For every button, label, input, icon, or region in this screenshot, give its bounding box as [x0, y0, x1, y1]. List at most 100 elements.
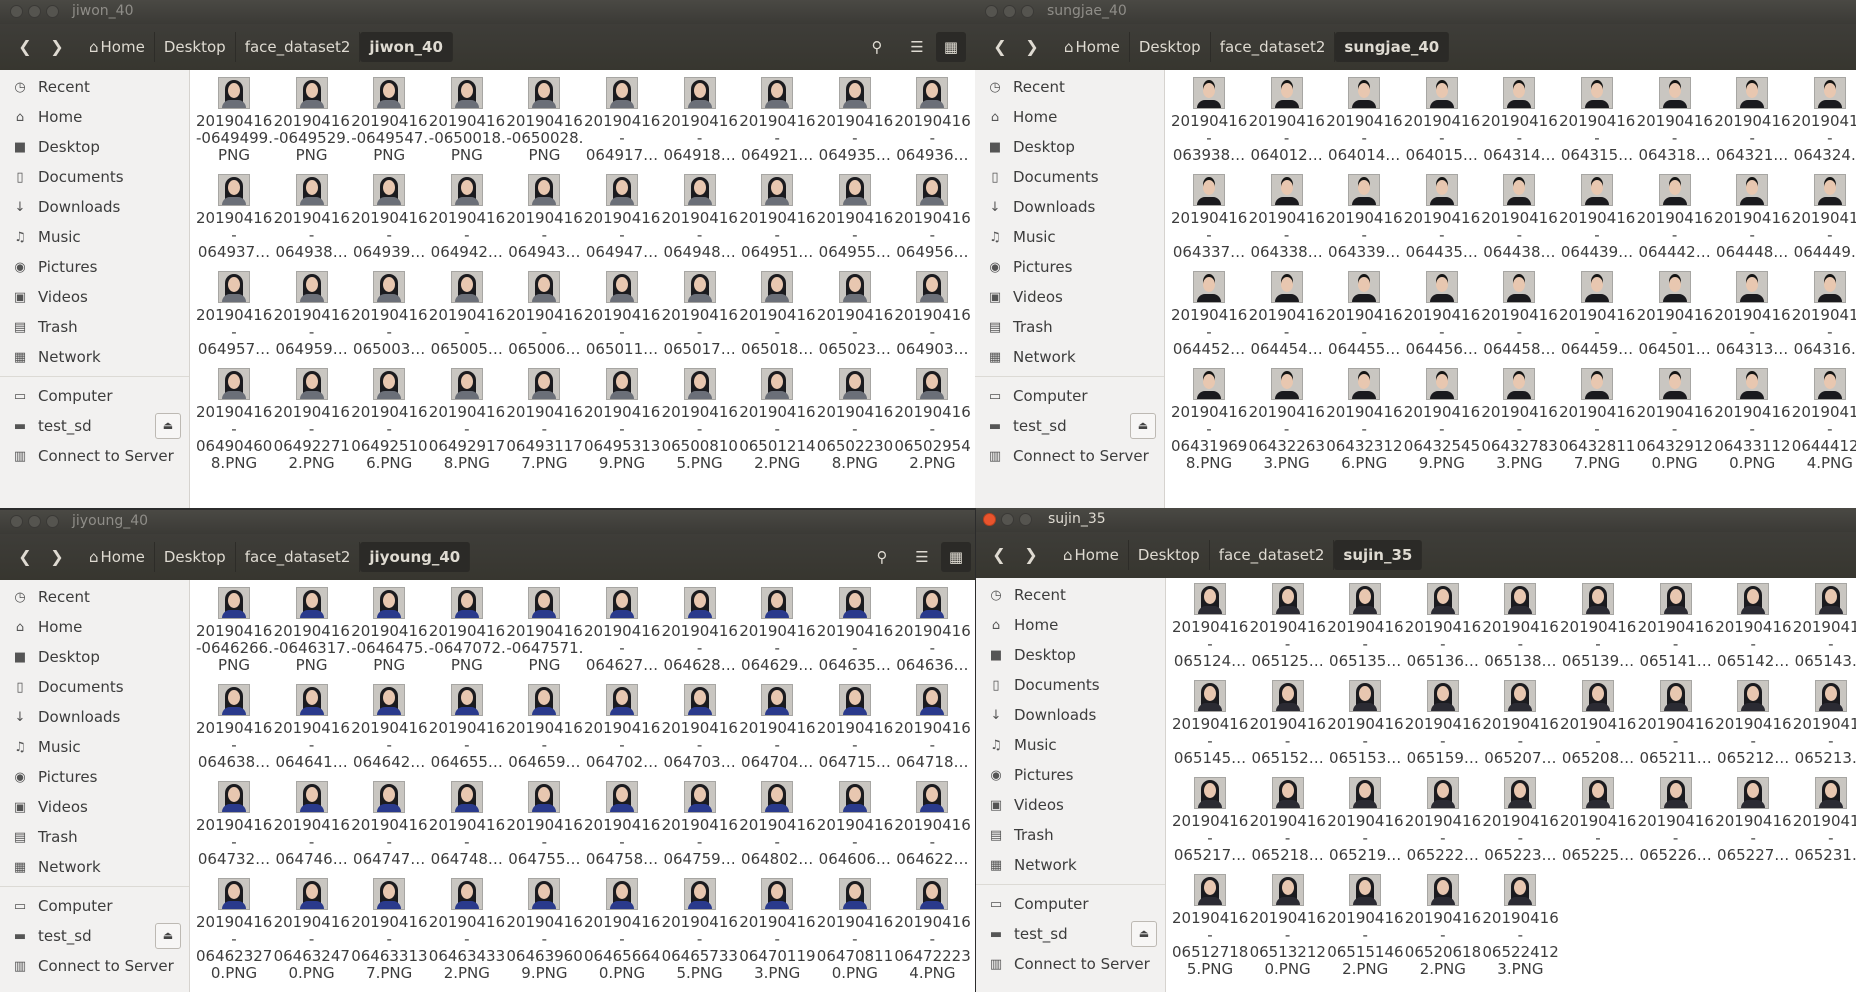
file-item[interactable]: 20190416 - 06462327 0.PNG — [196, 878, 272, 982]
file-item[interactable]: 20190416 - 06432312 6.PNG — [1326, 368, 1403, 472]
crumb-current-folder[interactable]: sujin_35 — [1334, 540, 1423, 570]
sidebar-item-videos[interactable]: ▣ Videos — [975, 284, 1164, 312]
file-item[interactable]: 20190416 - 064921… — [739, 77, 816, 164]
sidebar-item-music[interactable]: ♫ Music — [0, 734, 189, 762]
file-item[interactable]: 20190416 - 064746… — [274, 781, 350, 868]
file-item[interactable]: 20190416 - 065153… — [1327, 680, 1404, 767]
sidebar-item-documents[interactable]: ▯ Documents — [976, 672, 1165, 700]
crumb-dataset[interactable]: face_dataset2 — [236, 542, 361, 572]
grid-view-button[interactable]: ▦ — [941, 542, 971, 572]
sidebar-item-trash[interactable]: ▤ Trash — [0, 824, 189, 852]
file-item[interactable]: 20190416 - 06431969 8.PNG — [1171, 368, 1247, 472]
sidebar-item-network[interactable]: ▦ Network — [0, 344, 189, 372]
file-item[interactable]: 20190416 - 06490460 8.PNG — [196, 368, 272, 472]
file-item[interactable]: 20190416 - 064937… — [196, 174, 272, 261]
file-item[interactable]: 20190416 -0647571. PNG — [506, 587, 583, 674]
close-button[interactable] — [985, 5, 998, 18]
eject-icon[interactable]: ⏏ — [155, 413, 181, 439]
file-item[interactable]: 20190416 - 064435… — [1404, 174, 1480, 261]
sidebar-item-test-sd[interactable]: ▬ test_sd ⏏ — [0, 413, 189, 441]
crumb-current-folder[interactable]: sungjae_40 — [1335, 32, 1450, 62]
crumb-desktop[interactable]: Desktop — [155, 542, 236, 572]
sidebar-item-videos[interactable]: ▣ Videos — [0, 284, 189, 312]
file-item[interactable]: 20190416 - 064747… — [351, 781, 428, 868]
file-item[interactable]: 20190416 - 06463960 9.PNG — [506, 878, 583, 982]
file-item[interactable]: 20190416 - 064314… — [1481, 77, 1558, 164]
crumb-current-folder[interactable]: jiyoung_40 — [360, 542, 471, 572]
file-item[interactable]: 20190416 - 064947… — [584, 174, 660, 261]
file-item[interactable]: 20190416 - 06465733 5.PNG — [662, 878, 738, 982]
file-item[interactable]: 20190416 - 064015… — [1404, 77, 1480, 164]
file-item[interactable]: 20190416 - 065231… — [1793, 777, 1856, 864]
sidebar-item-computer[interactable]: ▭ Computer — [975, 383, 1164, 411]
file-item[interactable]: 20190416 - 064917… — [584, 77, 660, 164]
file-item[interactable]: 20190416 - 06493117 7.PNG — [506, 368, 583, 472]
file-item[interactable]: 20190416 - 064635… — [817, 587, 893, 674]
list-view-button[interactable]: ☰ — [902, 32, 932, 62]
file-item[interactable]: 20190416 - 06492917 8.PNG — [429, 368, 505, 472]
sidebar-item-trash[interactable]: ▤ Trash — [976, 822, 1165, 850]
file-item[interactable]: 20190416 - 06513212 0.PNG — [1250, 874, 1326, 978]
file-item[interactable]: 20190416 - 065139… — [1560, 583, 1636, 670]
crumb-home[interactable]: ⌂ Home — [1054, 540, 1129, 570]
file-item[interactable]: 20190416 -0646266. PNG — [196, 587, 273, 674]
file-item[interactable]: 20190416 - 063938… — [1171, 77, 1247, 164]
title-bar[interactable]: sujin_35 — [976, 508, 1856, 532]
file-item[interactable]: 20190416 - 064452… — [1171, 271, 1247, 358]
file-item[interactable]: 20190416 - 064715… — [817, 684, 893, 771]
file-item[interactable]: 20190416 - 064959… — [274, 271, 350, 358]
sidebar-item-music[interactable]: ♫ Music — [975, 224, 1164, 252]
sidebar-item-music[interactable]: ♫ Music — [976, 732, 1165, 760]
file-item[interactable]: 20190416 - 064935… — [817, 77, 893, 164]
sidebar-item-computer[interactable]: ▭ Computer — [0, 893, 189, 921]
sidebar-item-trash[interactable]: ▤ Trash — [0, 314, 189, 342]
file-item[interactable]: 20190416 - 064957… — [196, 271, 272, 358]
file-item[interactable]: 20190416 - 06522412 3.PNG — [1482, 874, 1559, 978]
back-button[interactable]: ❮ — [10, 32, 40, 62]
file-item[interactable]: 20190416 - 064918… — [662, 77, 738, 164]
sidebar-item-connect-to-server[interactable]: ▥ Connect to Server — [0, 443, 189, 471]
file-item[interactable]: 20190416 - 064338… — [1249, 174, 1325, 261]
file-item[interactable]: 20190416 -0646475. PNG — [351, 587, 428, 674]
file-item[interactable]: 20190416 - 06492271 2.PNG — [274, 368, 350, 472]
file-item[interactable]: 20190416 - 064454… — [1249, 271, 1325, 358]
sidebar-item-test-sd[interactable]: ▬ test_sd ⏏ — [0, 923, 189, 951]
sidebar-item-home[interactable]: ⌂ Home — [0, 104, 189, 132]
file-item[interactable]: 20190416 - 065213… — [1793, 680, 1856, 767]
file-item[interactable]: 20190416 - 06502230 8.PNG — [817, 368, 893, 472]
sidebar-item-desktop[interactable]: ■ Desktop — [0, 134, 189, 162]
sidebar-item-network[interactable]: ▦ Network — [0, 854, 189, 882]
file-item[interactable]: 20190416 - 064324… — [1792, 77, 1856, 164]
file-item[interactable]: 20190416 - 064942… — [429, 174, 505, 261]
maximize-button[interactable] — [46, 515, 59, 528]
sidebar-item-connect-to-server[interactable]: ▥ Connect to Server — [975, 443, 1164, 471]
file-item[interactable]: 20190416 - 064758… — [584, 781, 660, 868]
sidebar-item-pictures[interactable]: ◉ Pictures — [0, 254, 189, 282]
close-button[interactable] — [10, 515, 23, 528]
file-item[interactable]: 20190416 - 065003… — [351, 271, 428, 358]
file-item[interactable]: 20190416 - 064315… — [1559, 77, 1635, 164]
minimize-button[interactable] — [28, 5, 41, 18]
file-item[interactable]: 20190416 - 06444122 4.PNG — [1792, 368, 1856, 472]
sidebar-item-trash[interactable]: ▤ Trash — [975, 314, 1164, 342]
grid-view-button[interactable]: ▦ — [936, 32, 966, 62]
file-item[interactable]: 20190416 - 065018… — [739, 271, 816, 358]
eject-icon[interactable]: ⏏ — [155, 923, 181, 949]
file-item[interactable]: 20190416 - 06432545 9.PNG — [1404, 368, 1480, 472]
file-item[interactable]: 20190416 - 06463313 7.PNG — [351, 878, 428, 982]
title-bar[interactable]: sungjae_40 — [975, 0, 1856, 24]
minimize-button[interactable] — [1003, 5, 1016, 18]
file-item[interactable]: 20190416 - 064438… — [1481, 174, 1558, 261]
file-item[interactable]: 20190416 - 06432263 3.PNG — [1249, 368, 1325, 472]
file-item[interactable]: 20190416 -0649529. PNG — [274, 77, 351, 164]
file-item[interactable]: 20190416 - 064655… — [429, 684, 505, 771]
sidebar-item-recent[interactable]: ◷ Recent — [976, 582, 1165, 610]
file-item[interactable]: 20190416 - 064718… — [894, 684, 971, 771]
file-item[interactable]: 20190416 - 064628… — [662, 587, 738, 674]
crumb-desktop[interactable]: Desktop — [155, 32, 236, 62]
sidebar-item-test-sd[interactable]: ▬ test_sd ⏏ — [975, 413, 1164, 441]
file-item[interactable]: 20190416 - 06465664 0.PNG — [584, 878, 660, 982]
file-item[interactable]: 20190416 - 064642… — [351, 684, 428, 771]
file-item[interactable]: 20190416 - 064448… — [1714, 174, 1791, 261]
file-item[interactable]: 20190416 - 064638… — [196, 684, 272, 771]
